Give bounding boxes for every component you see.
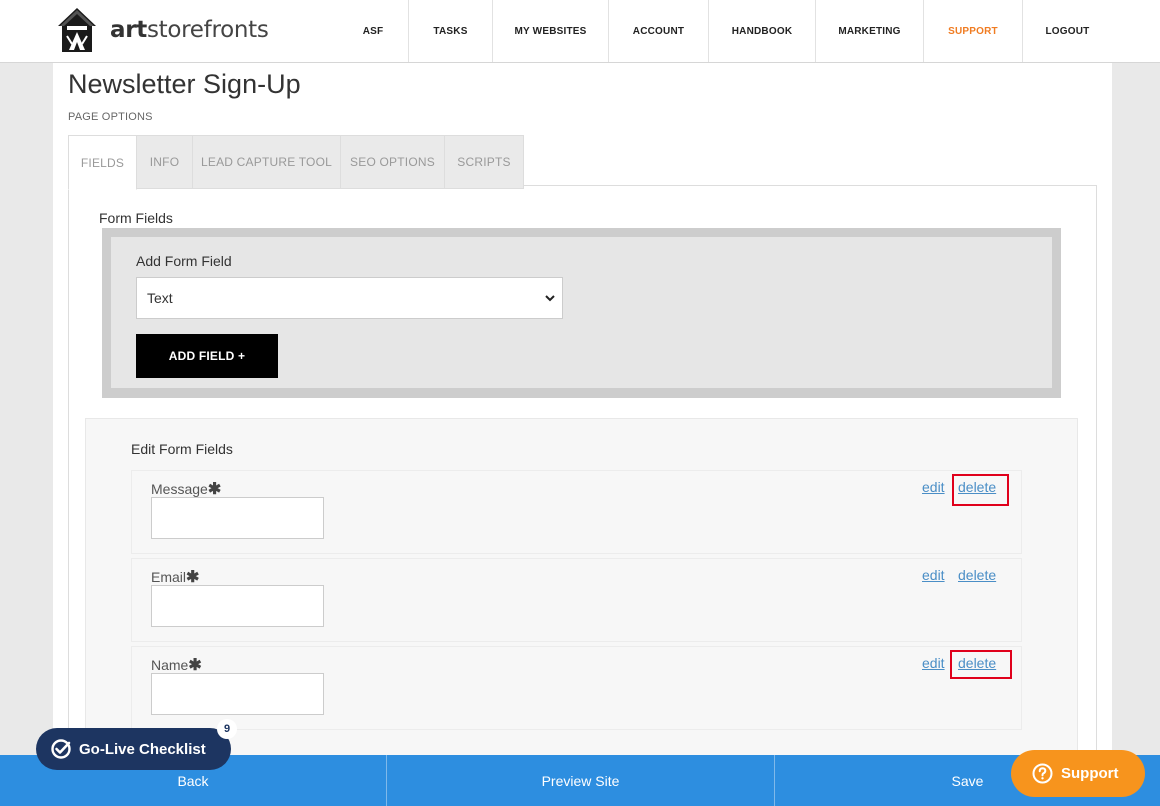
top-header: artstorefronts ASF TASKS MY WEBSITES ACC… bbox=[0, 0, 1160, 63]
tab-seo-options[interactable]: SEO OPTIONS bbox=[341, 135, 445, 189]
field-label: Name✱ bbox=[151, 657, 202, 674]
nav-marketing[interactable]: MARKETING bbox=[815, 0, 923, 62]
nav-asf[interactable]: ASF bbox=[338, 0, 408, 62]
edit-name-link[interactable]: edit bbox=[922, 655, 945, 671]
page-options-tabs: FIELDS INFO LEAD CAPTURE TOOL SEO OPTION… bbox=[68, 135, 524, 190]
add-form-field-box: Add Form Field Text ADD FIELD + bbox=[102, 228, 1061, 398]
tab-info[interactable]: INFO bbox=[137, 135, 193, 189]
checklist-count-badge: 9 bbox=[217, 719, 237, 739]
form-fields-heading: Form Fields bbox=[99, 210, 173, 226]
main-nav: ASF TASKS MY WEBSITES ACCOUNT HANDBOOK M… bbox=[338, 0, 1112, 62]
page-panel: Newsletter Sign-Up PAGE OPTIONS FIELDS I… bbox=[53, 63, 1112, 785]
form-field-row-message: Message✱ edit delete bbox=[131, 470, 1022, 554]
field-label: Message✱ bbox=[151, 481, 222, 498]
support-button[interactable]: Support bbox=[1011, 750, 1145, 797]
page-title: Newsletter Sign-Up bbox=[68, 69, 301, 99]
message-field-preview[interactable] bbox=[151, 497, 324, 539]
logo-wordmark: artstorefronts bbox=[110, 17, 269, 43]
delete-highlight-box bbox=[952, 474, 1009, 506]
artstorefronts-logo[interactable]: artstorefronts bbox=[52, 6, 269, 54]
support-label: Support bbox=[1061, 765, 1119, 782]
field-type-select[interactable]: Text bbox=[136, 277, 563, 319]
form-field-row-email: Email✱ edit delete bbox=[131, 558, 1022, 642]
email-field-preview[interactable] bbox=[151, 585, 324, 627]
tab-scripts[interactable]: SCRIPTS bbox=[445, 135, 524, 189]
delete-email-link[interactable]: delete bbox=[958, 567, 996, 583]
required-icon: ✱ bbox=[188, 657, 202, 674]
go-live-checklist-button[interactable]: Go-Live Checklist 9 bbox=[36, 719, 237, 770]
question-circle-icon bbox=[1032, 763, 1053, 784]
required-icon: ✱ bbox=[186, 569, 200, 586]
logo-icon bbox=[58, 8, 96, 52]
tab-fields[interactable]: FIELDS bbox=[68, 135, 137, 190]
nav-account[interactable]: ACCOUNT bbox=[608, 0, 708, 62]
required-icon: ✱ bbox=[207, 481, 222, 498]
nav-tasks[interactable]: TASKS bbox=[408, 0, 492, 62]
nav-support[interactable]: SUPPORT bbox=[923, 0, 1022, 62]
add-form-field-inner: Add Form Field Text ADD FIELD + bbox=[111, 237, 1052, 388]
check-circle-icon bbox=[51, 739, 71, 759]
nav-logout[interactable]: LOGOUT bbox=[1022, 0, 1112, 62]
add-form-field-title: Add Form Field bbox=[136, 253, 232, 269]
preview-site-button[interactable]: Preview Site bbox=[386, 755, 774, 806]
delete-highlight-box bbox=[950, 650, 1012, 679]
go-live-checklist-label: Go-Live Checklist bbox=[79, 740, 206, 758]
page-options-label: PAGE OPTIONS bbox=[68, 111, 153, 123]
field-type-value: Text bbox=[147, 290, 173, 306]
edit-form-fields-title: Edit Form Fields bbox=[131, 441, 233, 457]
edit-email-link[interactable]: edit bbox=[922, 567, 945, 583]
edit-form-fields-box: Edit Form Fields Message✱ edit delete Em… bbox=[85, 418, 1078, 763]
form-field-row-name: Name✱ edit delete bbox=[131, 646, 1022, 730]
edit-message-link[interactable]: edit bbox=[922, 479, 945, 495]
chevron-down-icon bbox=[545, 295, 555, 302]
add-field-button[interactable]: ADD FIELD + bbox=[136, 334, 278, 378]
nav-handbook[interactable]: HANDBOOK bbox=[708, 0, 815, 62]
name-field-preview[interactable] bbox=[151, 673, 324, 715]
tab-lead-capture-tool[interactable]: LEAD CAPTURE TOOL bbox=[193, 135, 341, 189]
field-label: Email✱ bbox=[151, 569, 200, 586]
nav-my-websites[interactable]: MY WEBSITES bbox=[492, 0, 608, 62]
